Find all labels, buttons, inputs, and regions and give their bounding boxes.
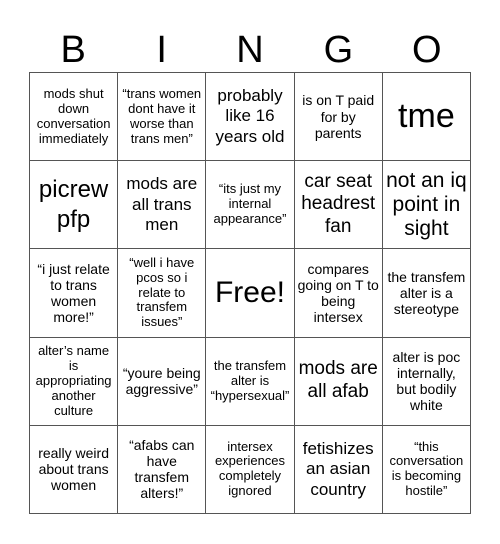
bingo-cell[interactable]: “this conversation is becoming hostile”	[382, 425, 471, 514]
header-letter-i: I	[156, 29, 167, 71]
bingo-cell[interactable]: car seat headrest fan	[294, 161, 383, 250]
bingo-cell[interactable]: probably like 16 years old	[206, 73, 295, 162]
header-letter-b: B	[60, 29, 86, 71]
bingo-cell[interactable]: fetishizes an asian country	[294, 425, 383, 514]
free-space[interactable]: Free!	[206, 249, 295, 338]
bingo-cell[interactable]: compares going on T to being intersex	[294, 249, 383, 338]
bingo-cell[interactable]: picrew pfp	[30, 161, 119, 250]
bingo-cell[interactable]: alter is poc internally, but bodily whit…	[382, 337, 471, 426]
header-letter-n: N	[236, 29, 264, 71]
bingo-header: B I N G O	[29, 28, 471, 72]
bingo-cell[interactable]: mods are all trans men	[118, 161, 207, 250]
bingo-cell[interactable]: intersex experiences completely ignored	[206, 425, 295, 514]
bingo-cell[interactable]: is on T paid for by parents	[294, 73, 383, 162]
bingo-cell[interactable]: really weird about trans women	[30, 425, 119, 514]
bingo-cell[interactable]: not an iq point in sight	[382, 161, 471, 250]
bingo-cell[interactable]: “trans women dont have it worse than tra…	[118, 73, 207, 162]
bingo-cell[interactable]: the transfem alter is a stereotype	[382, 249, 471, 338]
header-letter-o: O	[412, 29, 442, 71]
bingo-cell[interactable]: mods shut down conversation immediately	[30, 73, 119, 162]
bingo-cell[interactable]: alter’s name is appropriating another cu…	[30, 337, 119, 426]
bingo-cell[interactable]: mods are all afab	[294, 337, 383, 426]
bingo-cell[interactable]: “well i have pcos so i relate to transfe…	[118, 249, 207, 338]
bingo-cell[interactable]: “afabs can have transfem alters!”	[118, 425, 207, 514]
bingo-cell[interactable]: “its just my internal appearance”	[206, 161, 295, 250]
bingo-card: mods shut down conversation immediately …	[29, 72, 471, 514]
bingo-cell[interactable]: the transfem alter is “hypersexual”	[206, 337, 295, 426]
bingo-cell[interactable]: “youre being aggressive”	[118, 337, 207, 426]
bingo-cell[interactable]: “i just relate to trans women more!”	[30, 249, 119, 338]
bingo-cell[interactable]: tme	[382, 73, 471, 162]
header-letter-g: G	[323, 29, 354, 71]
